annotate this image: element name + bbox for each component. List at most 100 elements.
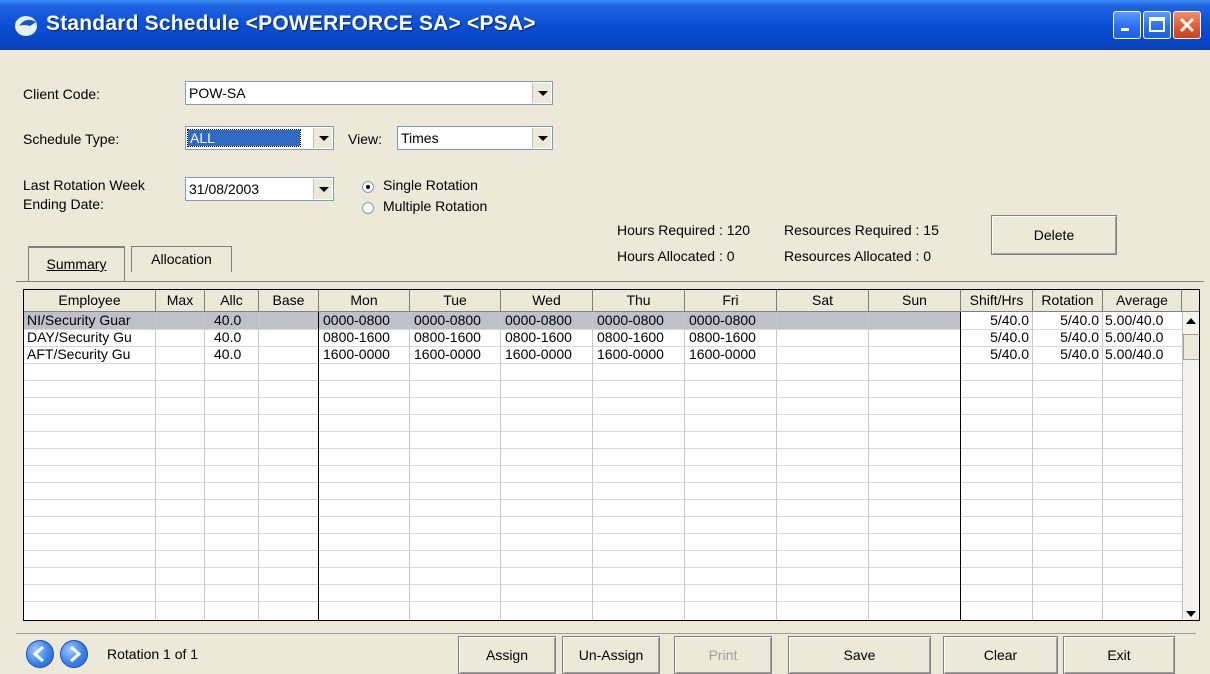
resources-required: Resources Required : 15 — [784, 222, 939, 238]
next-rotation-button[interactable] — [60, 640, 88, 668]
schedule-type-label: Schedule Type: — [23, 131, 120, 147]
title-bar[interactable]: Standard Schedule <POWERFORCE SA> <PSA> — [0, 0, 1210, 50]
cell-wed[interactable]: 0000-0800 — [505, 312, 572, 329]
single-rotation-radio[interactable] — [362, 181, 374, 193]
cell-fri[interactable]: 1600-0000 — [689, 346, 756, 363]
col-header-base[interactable]: Base — [259, 290, 319, 312]
view-label: View: — [348, 131, 382, 147]
col-header-rotation[interactable]: Rotation — [1033, 290, 1103, 312]
app-icon — [15, 16, 37, 36]
cell-tue[interactable]: 0800-1600 — [414, 329, 481, 346]
col-header-tue[interactable]: Tue — [410, 290, 501, 312]
delete-button[interactable]: Delete — [991, 215, 1117, 255]
exit-button[interactable]: Exit — [1063, 636, 1175, 674]
col-header-fri[interactable]: Fri — [685, 290, 777, 312]
cell-fri[interactable]: 0000-0800 — [689, 312, 756, 329]
client-code-label: Client Code: — [23, 86, 101, 102]
chevron-down-icon[interactable] — [532, 128, 551, 148]
scroll-down-icon[interactable] — [1186, 610, 1196, 618]
cell-employee[interactable]: NI/Security Guar — [27, 312, 154, 329]
clear-button[interactable]: Clear — [943, 636, 1058, 674]
maximize-button[interactable] — [1143, 11, 1171, 39]
cell-mon[interactable]: 0000-0800 — [323, 312, 390, 329]
vertical-scrollbar[interactable] — [1182, 312, 1199, 620]
cell-rotation[interactable]: 5/40.0 — [1033, 312, 1099, 329]
grid-line — [24, 482, 1182, 483]
col-header-thu[interactable]: Thu — [593, 290, 685, 312]
minimize-button[interactable] — [1113, 11, 1141, 39]
grid-line — [24, 397, 1182, 398]
cell-thu[interactable]: 0800-1600 — [597, 329, 664, 346]
cell-wed[interactable]: 1600-0000 — [505, 346, 572, 363]
grid-line — [24, 499, 1182, 500]
cell-average[interactable]: 5.00/40.0 — [1105, 312, 1182, 329]
cell-shift-hrs[interactable]: 5/40.0 — [961, 346, 1029, 363]
tab-allocation[interactable]: Allocation — [131, 246, 232, 272]
cell-average[interactable]: 5.00/40.0 — [1105, 346, 1182, 363]
last-rotation-date-combo[interactable]: 31/08/2003 — [185, 177, 334, 201]
cell-allc[interactable]: 40.0 — [214, 346, 241, 363]
grid-line — [24, 550, 1182, 551]
cell-allc[interactable]: 40.0 — [214, 329, 241, 346]
assign-button[interactable]: Assign — [458, 636, 556, 674]
scroll-thumb[interactable] — [1183, 334, 1199, 360]
grid-line — [258, 312, 259, 620]
unassign-button[interactable]: Un-Assign — [562, 636, 660, 674]
col-header-shift-hrs[interactable]: Shift/Hrs — [961, 290, 1033, 312]
col-header-max[interactable]: Max — [156, 290, 205, 312]
cell-mon[interactable]: 0800-1600 — [323, 329, 390, 346]
grid-line — [24, 431, 1182, 432]
col-header-average[interactable]: Average — [1103, 290, 1182, 312]
tab-summary[interactable]: Summary — [28, 246, 125, 282]
print-button[interactable]: Print — [674, 636, 772, 674]
client-code-value: POW-SA — [189, 85, 246, 101]
grid-line — [24, 363, 1182, 364]
grid-line — [204, 312, 205, 620]
grid-line — [24, 516, 1182, 517]
chevron-down-icon[interactable] — [313, 179, 332, 199]
scroll-up-icon[interactable] — [1186, 317, 1196, 325]
chevron-down-icon[interactable] — [313, 128, 332, 148]
selected-row-highlight — [24, 312, 961, 329]
col-header-wed[interactable]: Wed — [501, 290, 593, 312]
schedule-grid[interactable]: Employee Max Allc Base Mon Tue Wed Thu F… — [23, 289, 1200, 621]
cell-rotation[interactable]: 5/40.0 — [1033, 329, 1099, 346]
cell-allc[interactable]: 40.0 — [214, 312, 241, 329]
view-value: Times — [401, 130, 439, 146]
cell-shift-hrs[interactable]: 5/40.0 — [961, 329, 1029, 346]
close-button[interactable] — [1173, 11, 1201, 39]
cell-wed[interactable]: 0800-1600 — [505, 329, 572, 346]
arrow-right-icon — [70, 645, 82, 663]
grid-line — [684, 312, 685, 620]
cell-employee[interactable]: DAY/Security Gu — [27, 329, 154, 346]
col-header-sun[interactable]: Sun — [869, 290, 961, 312]
chevron-down-icon[interactable] — [532, 83, 551, 103]
cell-thu[interactable]: 1600-0000 — [597, 346, 664, 363]
view-combo[interactable]: Times — [397, 126, 553, 150]
arrow-left-icon — [32, 645, 44, 663]
cell-shift-hrs[interactable]: 5/40.0 — [961, 312, 1029, 329]
col-header-sat[interactable]: Sat — [777, 290, 869, 312]
cell-thu[interactable]: 0000-0800 — [597, 312, 664, 329]
schedule-type-combo[interactable]: ALL — [185, 126, 334, 150]
schedule-type-value: ALL — [187, 129, 301, 147]
col-header-mon[interactable]: Mon — [319, 290, 410, 312]
save-button[interactable]: Save — [788, 636, 931, 674]
cell-rotation[interactable]: 5/40.0 — [1033, 346, 1099, 363]
tab-panel-border — [16, 281, 1204, 282]
col-header-employee[interactable]: Employee — [24, 290, 156, 312]
grid-line — [24, 567, 1182, 568]
cell-average[interactable]: 5.00/40.0 — [1105, 329, 1182, 346]
cell-employee[interactable]: AFT/Security Gu — [27, 346, 154, 363]
cell-tue[interactable]: 1600-0000 — [414, 346, 481, 363]
previous-rotation-button[interactable] — [26, 640, 54, 668]
grid-line — [24, 380, 1182, 381]
client-code-combo[interactable]: POW-SA — [185, 81, 553, 105]
multiple-rotation-radio[interactable] — [362, 202, 374, 214]
cell-tue[interactable]: 0000-0800 — [414, 312, 481, 329]
grid-line — [1102, 312, 1103, 620]
multiple-rotation-label: Multiple Rotation — [383, 198, 488, 214]
col-header-allc[interactable]: Allc — [205, 290, 259, 312]
cell-mon[interactable]: 1600-0000 — [323, 346, 390, 363]
cell-fri[interactable]: 0800-1600 — [689, 329, 756, 346]
